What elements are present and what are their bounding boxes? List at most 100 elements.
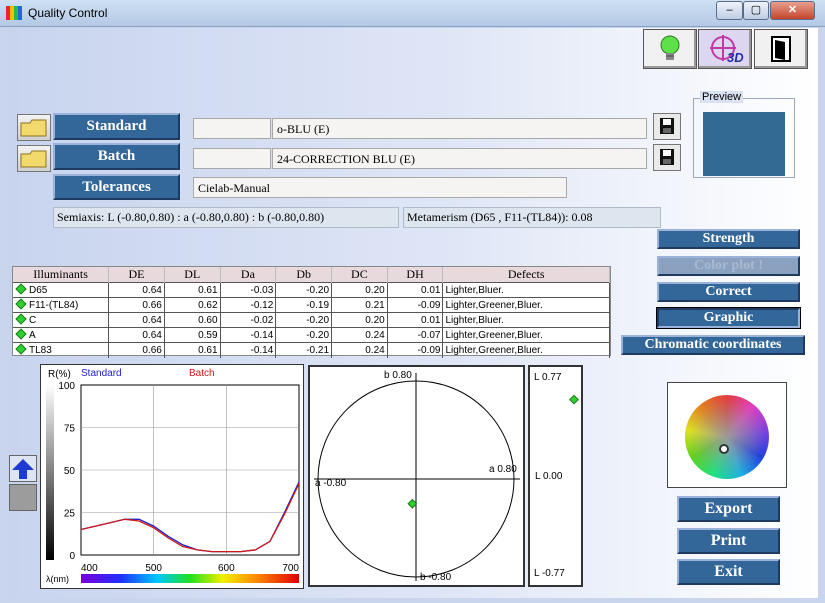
illuminant-cell: TL83	[13, 342, 110, 358]
value-cell: 0.61	[164, 342, 221, 358]
exit-button[interactable]: Exit	[677, 559, 780, 585]
save-batch-button[interactable]	[653, 144, 681, 171]
x-tick-label: 400	[81, 563, 98, 574]
column-header: DH	[387, 267, 444, 283]
open-batch-button[interactable]	[17, 145, 51, 172]
bulb-button[interactable]	[643, 29, 697, 69]
chart-grid	[80, 384, 300, 556]
batch-code-field[interactable]	[193, 148, 271, 169]
title-bar: Quality Control – ▢ ✕	[0, 0, 825, 27]
reflectance-chart: 100 75 50 25 0 400 500 600 700	[46, 381, 300, 583]
folder-icon	[20, 119, 47, 137]
table-row[interactable]: TL83 0.66 0.61 -0.14 -0.21 0.24 -0.09 Lighter,G…	[13, 342, 610, 358]
diamond-icon	[15, 312, 27, 325]
door-icon	[771, 36, 791, 62]
x-tick-label: 700	[282, 563, 299, 574]
illuminant-cell: D65	[13, 282, 110, 298]
save-standard-button[interactable]	[653, 113, 681, 140]
maximize-button[interactable]: ▢	[743, 1, 769, 20]
value-cell: 0.20	[331, 282, 388, 298]
value-cell: 0.62	[164, 297, 221, 313]
x-tick-label: 600	[218, 563, 235, 574]
tolerances-button[interactable]: Tolerances	[53, 174, 180, 200]
value-cell: -0.07	[387, 327, 444, 343]
graphic-button[interactable]: Graphic	[656, 307, 801, 329]
column-header: Illuminants	[13, 267, 110, 283]
ab-sample-point	[407, 498, 418, 509]
spectrum-bar	[81, 574, 299, 583]
column-header: Da	[220, 267, 277, 283]
arrow-up-icon	[12, 459, 34, 479]
value-cell: -0.14	[220, 342, 277, 358]
close-button[interactable]: ✕	[770, 1, 815, 20]
standard-code-field[interactable]	[193, 118, 271, 139]
open-standard-button[interactable]	[17, 114, 51, 141]
tolerances-field[interactable]: Cielab-Manual	[193, 177, 567, 198]
value-cell: 0.64	[108, 282, 165, 298]
table-row[interactable]: D65 0.64 0.61 -0.03 -0.20 0.20 0.01 Lighter,Blu…	[13, 282, 610, 298]
table-row[interactable]: F11-(TL84) 0.66 0.62 -0.12 -0.19 0.21 -0.09 Lig…	[13, 297, 610, 313]
value-cell: 0.21	[331, 297, 388, 313]
value-cell: -0.03	[220, 282, 277, 298]
standard-button[interactable]: Standard	[53, 113, 180, 140]
column-header: DC	[331, 267, 388, 283]
illuminant-cell: F11-(TL84)	[13, 297, 110, 313]
print-button[interactable]: Print	[677, 528, 780, 554]
value-cell: -0.09	[387, 342, 444, 358]
illuminant-cell: C	[13, 312, 110, 328]
diamond-icon	[15, 297, 27, 310]
y-tick-label: 0	[69, 551, 75, 562]
preview-swatch	[703, 112, 785, 176]
ab-plot	[314, 373, 520, 581]
color-wheel-panel	[667, 382, 787, 488]
value-cell: 0.20	[331, 312, 388, 328]
lightbulb-icon	[660, 35, 680, 60]
l-plot-panel: L 0.77 L 0.00 L -0.77	[528, 365, 583, 587]
window-title: Quality Control	[28, 6, 108, 20]
color-plot-button[interactable]: Color plot !	[657, 256, 800, 276]
defects-cell: Lighter,Bluer.	[442, 282, 610, 298]
batch-button[interactable]: Batch	[53, 143, 180, 170]
correct-button[interactable]: Correct	[657, 282, 800, 302]
gray-scale-bar	[46, 385, 54, 560]
value-cell: -0.21	[275, 342, 333, 358]
three-d-label: 3D	[727, 50, 744, 65]
y-tick-label: 75	[64, 424, 76, 435]
b-neg-label: b -0.80	[420, 572, 452, 583]
folder-icon	[20, 150, 47, 168]
value-cell: -0.12	[220, 297, 277, 313]
value-cell: -0.20	[275, 327, 333, 343]
app-icon	[6, 6, 22, 20]
defects-cell: Lighter,Greener,Bluer.	[442, 297, 610, 313]
value-cell: -0.14	[220, 327, 277, 343]
value-cell: -0.20	[275, 282, 333, 298]
y-tick-label: 25	[64, 509, 76, 520]
value-cell: -0.02	[220, 312, 277, 328]
table-body: D65 0.64 0.61 -0.03 -0.20 0.20 0.01 Lighter,Blu…	[13, 282, 610, 358]
three-d-button[interactable]: 3D	[698, 29, 752, 69]
value-cell: -0.19	[275, 297, 333, 313]
strength-button[interactable]: Strength	[657, 229, 800, 249]
scroll-up-button[interactable]	[9, 455, 37, 482]
table-header-row: Illuminants DE DL Da Db DC DH Defects	[13, 267, 610, 283]
diamond-icon	[15, 327, 27, 340]
batch-name-field[interactable]: 24-CORRECTION BLU (E)	[272, 148, 647, 169]
table-row[interactable]: A 0.64 0.59 -0.14 -0.20 0.24 -0.07 Lighter,Gree…	[13, 327, 610, 343]
a-neg-label: a -0.80	[315, 478, 347, 489]
semiaxis-info: Semiaxis: L (-0.80,0.80) : a (-0.80,0.80…	[53, 207, 399, 228]
preview-label: Preview	[700, 91, 744, 103]
value-cell: -0.09	[387, 297, 444, 313]
standard-name-field[interactable]: o-BLU (E)	[272, 118, 647, 139]
chromatic-coordinates-button[interactable]: Chromatic coordinates	[621, 335, 805, 355]
scroll-down-button[interactable]	[9, 484, 37, 511]
column-header: DE	[108, 267, 165, 283]
value-cell: 0.59	[164, 327, 221, 343]
open-door-button[interactable]	[754, 29, 808, 69]
value-cell: 0.61	[164, 282, 221, 298]
table-row[interactable]: C 0.64 0.60 -0.02 -0.20 0.20 0.01 Lighter,Bluer…	[13, 312, 610, 328]
value-cell: 0.24	[331, 342, 388, 358]
column-header: DL	[164, 267, 221, 283]
export-button[interactable]: Export	[677, 496, 780, 522]
y-tick-label: 50	[64, 466, 76, 477]
minimize-button[interactable]: –	[716, 1, 743, 20]
